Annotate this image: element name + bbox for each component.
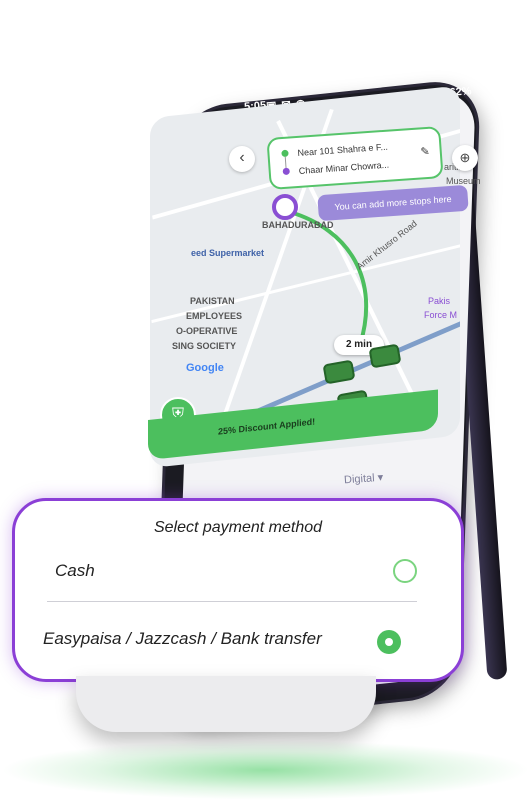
map-label-society: SING SOCIETY [172, 341, 237, 351]
payment-title: Select payment method [153, 519, 323, 536]
dropoff-dot-icon [282, 167, 290, 176]
cash-radio[interactable] [393, 559, 417, 583]
chevron-left-icon: ‹ [239, 149, 245, 166]
discount-text: 25% Discount Applied! [218, 416, 316, 437]
dropoff-address[interactable]: Chaar Minar Chowra... [298, 160, 389, 176]
payment-method-card: Select payment method Cash Easypaisa / J… [12, 498, 464, 682]
back-button[interactable]: ‹ [229, 146, 255, 172]
payment-selector[interactable]: Digital ▾ [344, 471, 384, 487]
map-label-pakistan-force: Pakis [428, 296, 451, 306]
map-label-force: Force M [424, 310, 458, 320]
add-stop-button[interactable]: ⊕ [452, 145, 478, 171]
map-label-museum: Museum [446, 176, 481, 186]
pickup-address[interactable]: Near 101 Shahra e F... [297, 142, 388, 158]
map-label-cooperative: O-OPERATIVE [176, 326, 238, 336]
add-stop-icon: ⊕ [459, 150, 471, 165]
map-label-bahadurabad: BAHADURABAD [262, 220, 334, 230]
map-label-pakistan: PAKISTAN [190, 296, 235, 306]
map-label-employees: EMPLOYEES [186, 311, 243, 321]
digital-radio[interactable] [377, 630, 401, 654]
phone-bottom [76, 676, 376, 732]
divider [47, 601, 417, 602]
map-label-supermarket: eed Supermarket [191, 248, 265, 258]
pickup-pin [272, 194, 298, 220]
pencil-icon[interactable]: ✎ [420, 145, 430, 159]
google-logo: Google [186, 362, 224, 374]
payment-option-digital[interactable]: Easypaisa / Jazzcash / Bank transfer [43, 629, 322, 649]
payment-option-cash[interactable]: Cash [55, 561, 95, 581]
